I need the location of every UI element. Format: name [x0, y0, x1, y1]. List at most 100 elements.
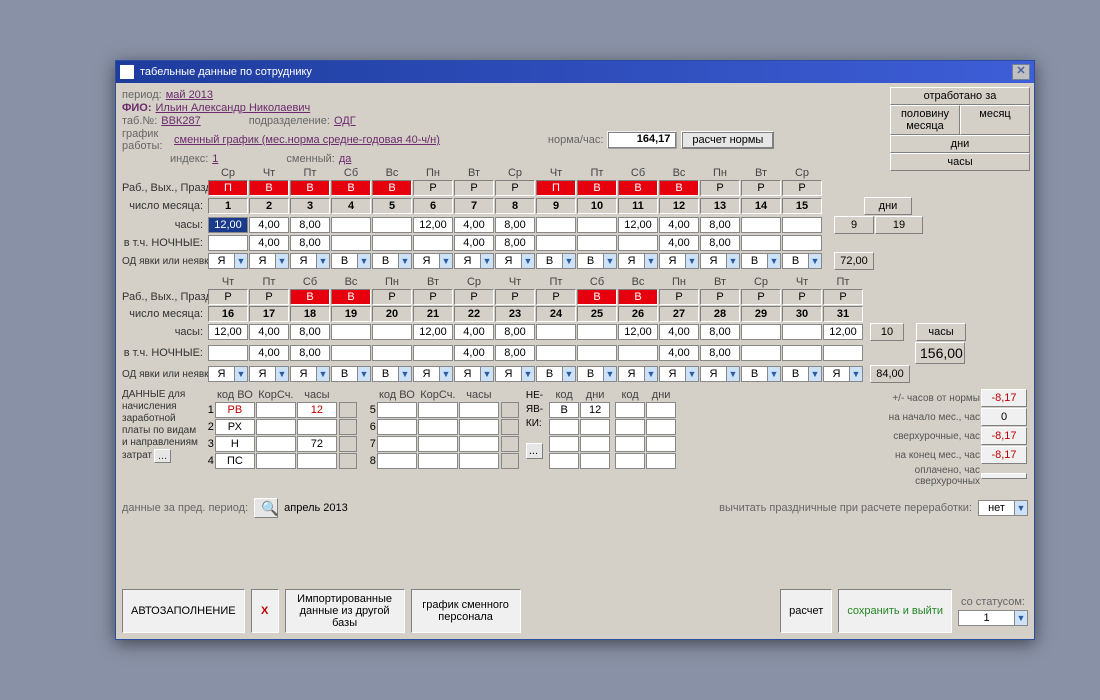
night-hours-input[interactable]: [741, 235, 781, 251]
pay-hours-input[interactable]: [459, 453, 499, 469]
night-hours-input[interactable]: [659, 235, 699, 251]
hours-input[interactable]: [495, 217, 535, 233]
hours-input[interactable]: [700, 217, 740, 233]
absence-code-input[interactable]: [615, 453, 645, 469]
night-hours-input[interactable]: [618, 345, 658, 361]
night-hours-input[interactable]: [331, 235, 371, 251]
pay-code-input[interactable]: [215, 453, 255, 469]
subtract-holidays-select[interactable]: нет▼: [978, 500, 1028, 516]
pay-account-input[interactable]: [256, 453, 296, 469]
attend-select[interactable]: В▼: [536, 366, 576, 382]
hours-input[interactable]: [536, 217, 576, 233]
night-hours-input[interactable]: [495, 345, 535, 361]
pay-account-input[interactable]: [256, 402, 296, 418]
pay-code-input[interactable]: [377, 419, 417, 435]
pay-code-input[interactable]: [215, 436, 255, 452]
night-hours-input[interactable]: [454, 235, 494, 251]
attend-select[interactable]: В▼: [372, 253, 412, 269]
pay-code-input[interactable]: [215, 402, 255, 418]
absence-days-input[interactable]: [646, 436, 676, 452]
attend-select[interactable]: Я▼: [413, 366, 453, 382]
period-link[interactable]: май 2013: [166, 89, 213, 101]
pay-code-input[interactable]: [215, 419, 255, 435]
night-hours-input[interactable]: [372, 235, 412, 251]
attend-select[interactable]: Я▼: [454, 253, 494, 269]
hours-input[interactable]: [782, 324, 822, 340]
attend-select[interactable]: В▼: [577, 253, 617, 269]
pay-extra-box[interactable]: [501, 436, 519, 452]
pay-account-input[interactable]: [256, 419, 296, 435]
attend-select[interactable]: Я▼: [659, 366, 699, 382]
pay-account-input[interactable]: [418, 453, 458, 469]
absence-code-input[interactable]: [549, 436, 579, 452]
night-hours-input[interactable]: [782, 345, 822, 361]
pay-extra-box[interactable]: [339, 436, 357, 452]
night-hours-input[interactable]: [536, 345, 576, 361]
night-hours-input[interactable]: [413, 235, 453, 251]
attend-select[interactable]: Я▼: [495, 253, 535, 269]
attend-select[interactable]: Я▼: [290, 366, 330, 382]
attend-select[interactable]: Я▼: [208, 366, 248, 382]
pay-extra-box[interactable]: [501, 453, 519, 469]
hours-input[interactable]: [741, 217, 781, 233]
absence-code-input[interactable]: [615, 419, 645, 435]
night-hours-input[interactable]: [823, 345, 863, 361]
night-hours-input[interactable]: [577, 345, 617, 361]
hours-input[interactable]: [372, 217, 412, 233]
hours-input[interactable]: [782, 217, 822, 233]
night-hours-input[interactable]: [700, 345, 740, 361]
night-hours-input[interactable]: [577, 235, 617, 251]
night-hours-input[interactable]: [372, 345, 412, 361]
absence-code-input[interactable]: [615, 436, 645, 452]
pay-code-input[interactable]: [377, 402, 417, 418]
attend-select[interactable]: Я▼: [659, 253, 699, 269]
attend-select[interactable]: Я▼: [290, 253, 330, 269]
hours-input[interactable]: [659, 324, 699, 340]
autofill-button[interactable]: АВТОЗАПОЛНЕНИЕ: [122, 589, 245, 633]
absence-days-input[interactable]: [580, 453, 610, 469]
absence-days-input[interactable]: [646, 402, 676, 418]
night-hours-input[interactable]: [331, 345, 371, 361]
prev-period-lookup-button[interactable]: 🔍: [254, 498, 278, 518]
hours-input[interactable]: [331, 217, 371, 233]
hours-input[interactable]: [823, 324, 863, 340]
night-hours-input[interactable]: [618, 235, 658, 251]
hours-input[interactable]: [372, 324, 412, 340]
attend-select[interactable]: Я▼: [495, 366, 535, 382]
attend-select[interactable]: В▼: [536, 253, 576, 269]
fio-link[interactable]: Ильин Александр Николаевич: [156, 102, 311, 114]
calc-button[interactable]: расчет: [780, 589, 832, 633]
pay-hours-input[interactable]: [297, 402, 337, 418]
absence-days-input[interactable]: [580, 402, 610, 418]
night-hours-input[interactable]: [659, 345, 699, 361]
attend-select[interactable]: В▼: [331, 366, 371, 382]
night-hours-input[interactable]: [208, 345, 248, 361]
night-hours-input[interactable]: [249, 235, 289, 251]
attend-select[interactable]: В▼: [372, 366, 412, 382]
pay-extra-box[interactable]: [501, 419, 519, 435]
hours-input[interactable]: [249, 324, 289, 340]
hours-input[interactable]: [741, 324, 781, 340]
attend-select[interactable]: В▼: [782, 366, 822, 382]
pay-account-input[interactable]: [418, 402, 458, 418]
pay-hours-input[interactable]: [459, 436, 499, 452]
attend-select[interactable]: Я▼: [700, 366, 740, 382]
pay-extra-box[interactable]: [501, 402, 519, 418]
attend-select[interactable]: Я▼: [454, 366, 494, 382]
night-hours-input[interactable]: [208, 235, 248, 251]
night-hours-input[interactable]: [700, 235, 740, 251]
night-hours-input[interactable]: [454, 345, 494, 361]
absence-more-button[interactable]: ...: [526, 443, 543, 459]
schedule-link[interactable]: сменный график (мес.норма средне-годовая…: [174, 134, 440, 146]
night-hours-input[interactable]: [495, 235, 535, 251]
import-button[interactable]: Импортированные данные из другой базы: [285, 589, 405, 633]
attend-select[interactable]: В▼: [331, 253, 371, 269]
night-hours-input[interactable]: [413, 345, 453, 361]
absence-days-input[interactable]: [580, 419, 610, 435]
shift-link[interactable]: да: [339, 153, 352, 165]
paydata-more-button[interactable]: ...: [154, 449, 171, 463]
hours-input[interactable]: [208, 324, 248, 340]
hours-input[interactable]: [413, 324, 453, 340]
pay-code-input[interactable]: [377, 436, 417, 452]
hours-input[interactable]: [536, 324, 576, 340]
